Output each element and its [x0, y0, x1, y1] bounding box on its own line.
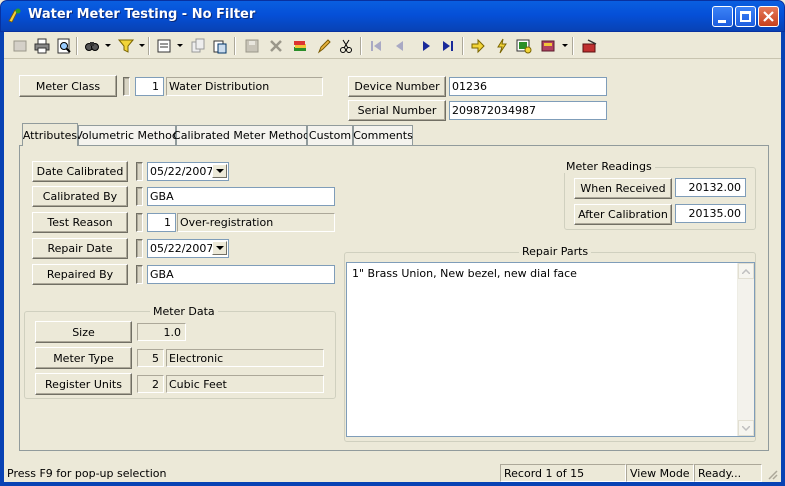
meter-data-title: Meter Data [150, 305, 218, 318]
scroll-up-icon[interactable] [738, 263, 754, 279]
test-reason-name: Over-registration [177, 213, 335, 232]
exit-icon[interactable] [580, 36, 600, 56]
tab-calibrated-meter-method[interactable]: Calibrated Meter Method [173, 125, 310, 145]
register-units-code: 2 [137, 375, 164, 393]
toolbar-separator [76, 37, 78, 55]
filter-dropdown-icon[interactable] [139, 44, 145, 47]
print-preview-icon[interactable] [54, 36, 74, 56]
test-reason-marker [136, 213, 143, 232]
status-mode: View Mode [626, 464, 694, 482]
add-records-icon[interactable] [290, 36, 310, 56]
status-hint: Press F9 for pop-up selection [7, 466, 167, 480]
register-units-name: Cubic Feet [166, 375, 324, 393]
lookup-icon[interactable] [514, 36, 534, 56]
window-title: Water Meter Testing - No Filter [28, 7, 256, 22]
meter-class-marker [123, 77, 130, 96]
tab-attributes[interactable]: Attributes [22, 123, 78, 146]
repair-parts-scrollbar[interactable] [737, 263, 754, 436]
calibrated-by-marker [136, 187, 143, 206]
close-button[interactable] [758, 6, 779, 27]
meter-readings-title: Meter Readings [563, 160, 655, 173]
meter-class-button[interactable]: Meter Class [19, 75, 117, 97]
repair-parts-memo[interactable]: 1" Brass Union, New bezel, new dial face [346, 262, 755, 437]
copy-icon[interactable] [188, 36, 208, 56]
status-bar: Press F9 for pop-up selection Record 1 o… [4, 464, 781, 482]
calibrated-by-button[interactable]: Calibrated By [32, 186, 128, 207]
when-received-button[interactable]: When Received [574, 178, 672, 199]
save-icon[interactable] [242, 36, 262, 56]
tab-volumetric-method[interactable]: Volumetric Method [75, 125, 179, 145]
device-number-field[interactable]: 01236 [449, 77, 607, 96]
repaired-by-marker [136, 265, 143, 284]
repair-date-button[interactable]: Repair Date [32, 238, 128, 259]
previous-icon[interactable] [390, 36, 410, 56]
date-calibrated-button[interactable]: Date Calibrated [32, 161, 128, 182]
first-icon[interactable] [366, 36, 386, 56]
find-dropdown-icon[interactable] [105, 44, 111, 47]
meter-class-code-field[interactable]: 1 [135, 77, 164, 96]
delete-icon[interactable] [266, 36, 286, 56]
after-calibration-button[interactable]: After Calibration [574, 204, 672, 225]
view-dropdown-icon[interactable] [177, 44, 183, 47]
size-button[interactable]: Size [35, 321, 132, 343]
size-value: 1.0 [137, 323, 186, 341]
repair-date-dropdown-icon[interactable] [212, 241, 227, 255]
status-record: Record 1 of 15 [500, 464, 626, 482]
date-calibrated-value: 05/22/2007 [150, 165, 214, 178]
view-icon[interactable] [154, 36, 174, 56]
register-units-button[interactable]: Register Units [35, 373, 132, 395]
paste-icon[interactable] [210, 36, 230, 56]
next-icon[interactable] [416, 36, 436, 56]
repair-parts-title: Repair Parts [519, 245, 592, 258]
meter-type-name: Electronic [166, 349, 324, 367]
app-icon [6, 7, 23, 24]
filter-icon[interactable] [116, 36, 136, 56]
repaired-by-button[interactable]: Repaired By [32, 264, 128, 285]
repair-date-value: 05/22/2007 [150, 242, 214, 255]
tools-dropdown-icon[interactable] [562, 44, 568, 47]
date-calibrated-marker [136, 162, 143, 181]
toolbar-separator [572, 37, 574, 55]
first-record-icon[interactable] [10, 36, 30, 56]
test-reason-code-field[interactable]: 1 [147, 213, 176, 232]
last-icon[interactable] [438, 36, 458, 56]
repair-parts-text: 1" Brass Union, New bezel, new dial face [352, 267, 577, 280]
toolbar-separator [360, 37, 362, 55]
repair-date-marker [136, 239, 143, 258]
test-reason-button[interactable]: Test Reason [32, 212, 128, 233]
tab-custom[interactable]: Custom [307, 125, 353, 145]
status-state: Ready... [694, 464, 762, 482]
after-calibration-field[interactable]: 20135.00 [675, 204, 746, 223]
serial-number-field[interactable]: 209872034987 [449, 101, 607, 120]
date-calibrated-dropdown-icon[interactable] [212, 164, 227, 178]
tools-icon[interactable] [538, 36, 558, 56]
serial-number-button[interactable]: Serial Number [348, 100, 446, 121]
resize-grip-icon[interactable] [766, 468, 778, 480]
go-icon[interactable] [468, 36, 488, 56]
when-received-field[interactable]: 20132.00 [675, 178, 746, 197]
meter-type-code: 5 [137, 349, 164, 367]
device-number-button[interactable]: Device Number [348, 76, 446, 97]
calibrated-by-field[interactable]: GBA [147, 187, 335, 206]
scroll-down-icon[interactable] [738, 420, 754, 436]
toolbar-separator [234, 37, 236, 55]
repaired-by-field[interactable]: GBA [147, 265, 335, 284]
meter-class-name: Water Distribution [166, 77, 323, 96]
minimize-button[interactable] [712, 6, 733, 27]
edit-icon[interactable] [314, 36, 334, 56]
calculate-icon[interactable] [492, 36, 512, 56]
meter-type-button[interactable]: Meter Type [35, 347, 132, 369]
tab-comments[interactable]: Comments [353, 125, 413, 145]
toolbar-separator [462, 37, 464, 55]
find-icon[interactable] [82, 36, 102, 56]
cut-icon[interactable] [336, 36, 356, 56]
toolbar-separator [148, 37, 150, 55]
maximize-button[interactable] [735, 6, 756, 27]
toolbar [4, 32, 781, 59]
print-icon[interactable] [32, 36, 52, 56]
